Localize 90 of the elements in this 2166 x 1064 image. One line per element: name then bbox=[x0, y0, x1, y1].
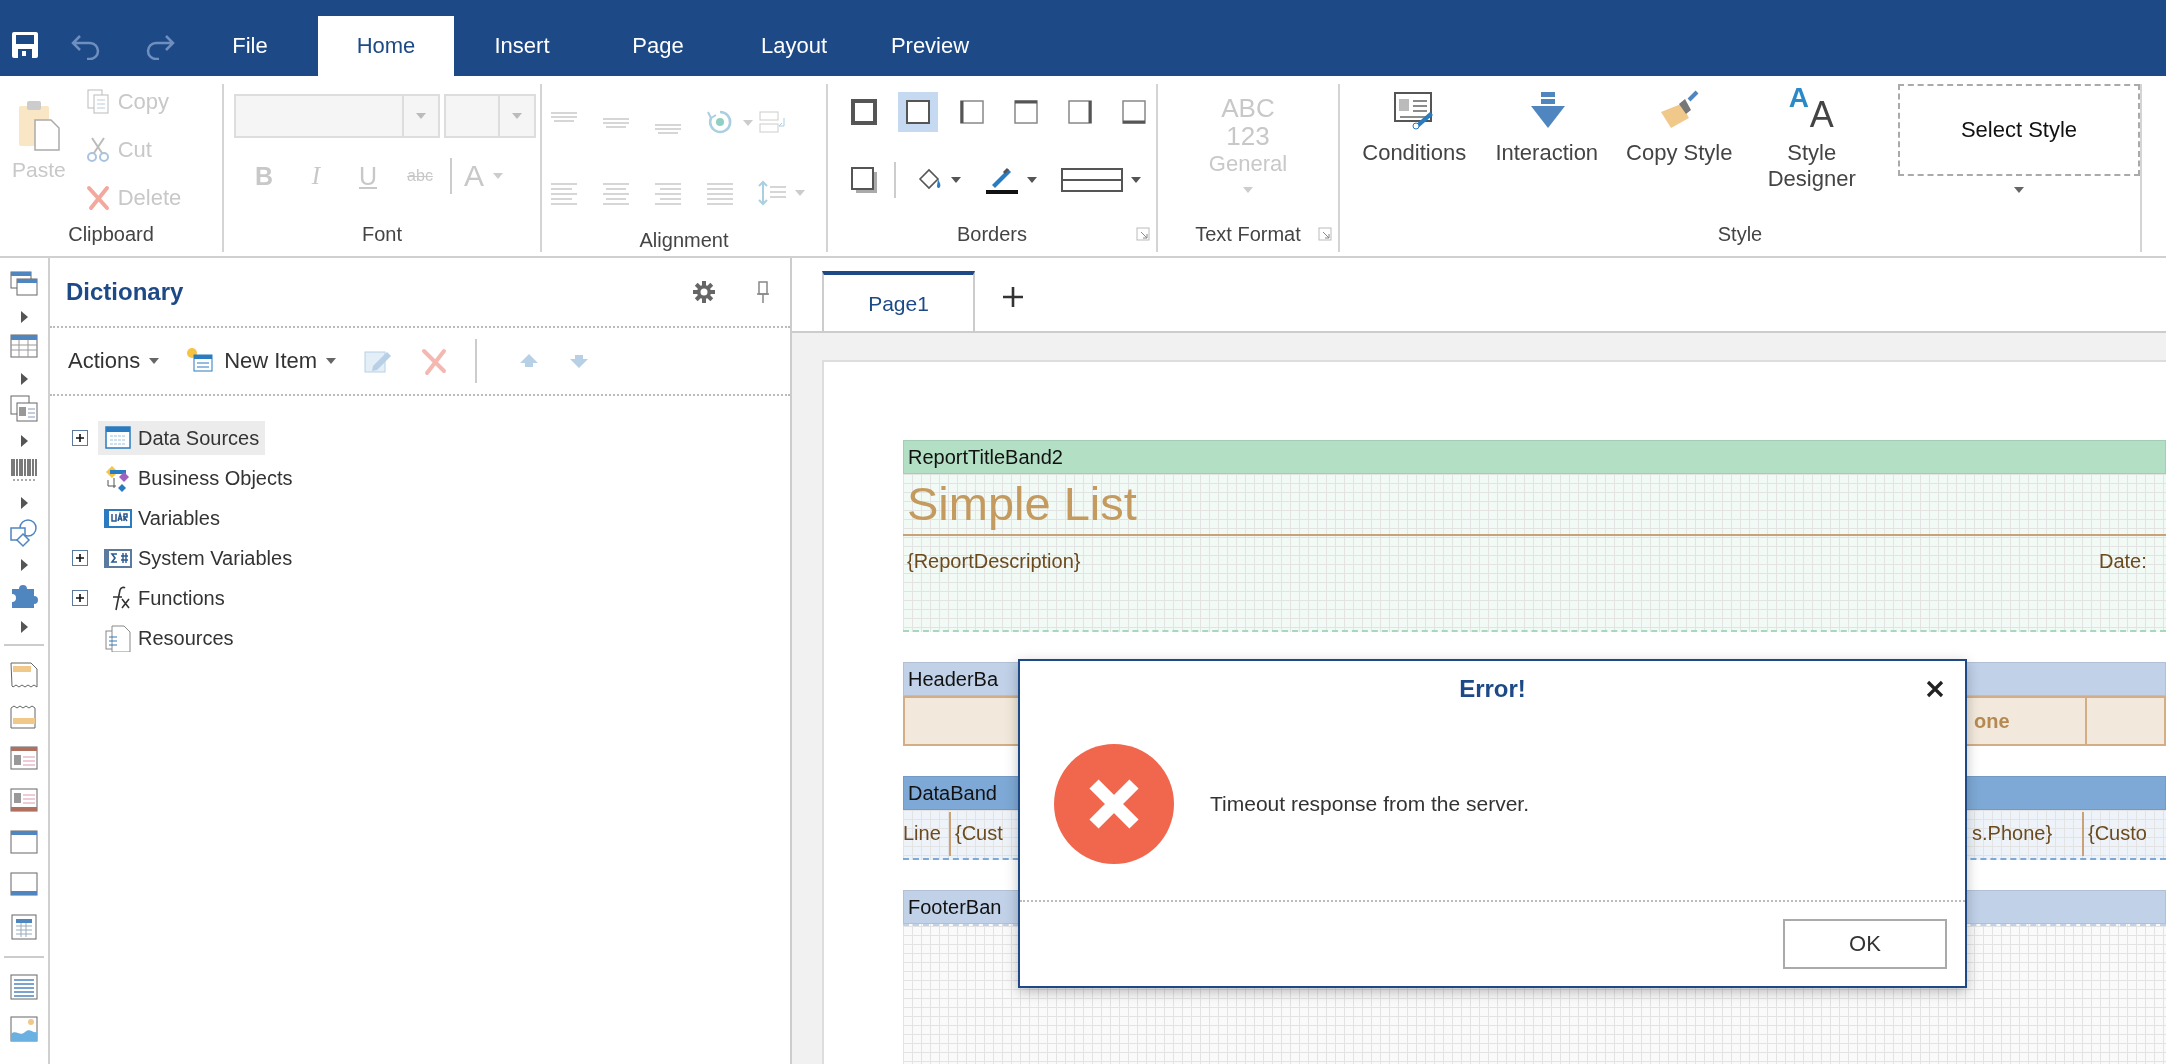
clipboard-icon bbox=[16, 98, 61, 152]
group-label: Text Format bbox=[1195, 222, 1301, 246]
field-text: Line bbox=[903, 822, 941, 845]
caret-icon[interactable] bbox=[2013, 186, 2025, 194]
page-tab[interactable]: Page1 bbox=[822, 271, 975, 331]
tree-item[interactable]: Data Sources bbox=[98, 421, 266, 455]
border-icon bbox=[849, 165, 879, 195]
caret-icon[interactable] bbox=[1130, 176, 1142, 184]
menu-tab[interactable]: File bbox=[182, 16, 318, 76]
tree-item[interactable]: Variables bbox=[98, 501, 226, 535]
border-icon bbox=[903, 97, 933, 127]
interaction-button[interactable]: Interaction bbox=[1482, 84, 1611, 216]
tree-item[interactable]: Business Objects bbox=[98, 461, 299, 495]
table-icon bbox=[104, 424, 132, 452]
expand-arrow-icon[interactable] bbox=[19, 558, 29, 572]
band-title: ReportTitleBand2 bbox=[908, 446, 1063, 468]
title-text: Simple List bbox=[907, 476, 1137, 531]
border-icon bbox=[849, 97, 879, 127]
group-label: Style bbox=[1717, 222, 1763, 246]
menu-tab[interactable]: Page bbox=[590, 16, 726, 76]
border-icon bbox=[1011, 97, 1041, 127]
new-table-icon bbox=[186, 347, 215, 375]
expand-icon[interactable] bbox=[72, 430, 88, 446]
group-label: Font bbox=[362, 222, 402, 246]
text-icon[interactable] bbox=[9, 394, 39, 424]
tree-item[interactable]: System Variables bbox=[98, 541, 299, 575]
field-text: {Custo bbox=[2088, 822, 2147, 845]
scissors-icon bbox=[85, 136, 110, 164]
image-icon[interactable] bbox=[9, 1014, 39, 1044]
launcher-icon[interactable] bbox=[1318, 227, 1332, 241]
group-label: Alignment bbox=[639, 228, 729, 252]
letter-icon: A bbox=[1788, 84, 1809, 112]
header-cell-text: one bbox=[1974, 710, 2010, 733]
conditions-button[interactable]: Conditions bbox=[1350, 84, 1479, 216]
documents-icon bbox=[104, 624, 132, 652]
new-item-menu[interactable]: New Item bbox=[186, 347, 338, 375]
menu-tab[interactable]: Home bbox=[318, 16, 454, 76]
expand-arrow-icon[interactable] bbox=[19, 434, 29, 448]
menu-tab[interactable]: Layout bbox=[726, 16, 862, 76]
tree-item[interactable]: Functions bbox=[98, 581, 231, 615]
caret-icon[interactable] bbox=[1026, 176, 1038, 184]
cross-icon bbox=[85, 184, 110, 212]
close-icon[interactable] bbox=[1925, 679, 1945, 699]
add-icon[interactable] bbox=[1001, 285, 1025, 309]
expand-arrow-icon[interactable] bbox=[19, 620, 29, 634]
pen-icon bbox=[984, 165, 1020, 195]
expand-arrow-icon[interactable] bbox=[19, 496, 29, 510]
field-text: {Cust bbox=[955, 822, 1003, 845]
shapes-icon[interactable] bbox=[9, 518, 39, 548]
caret-icon[interactable] bbox=[148, 357, 161, 365]
band-header[interactable]: ReportTitleBand2 bbox=[903, 440, 2166, 474]
lines-icon[interactable] bbox=[9, 972, 39, 1002]
objects-icon bbox=[104, 464, 132, 492]
band-title: FooterBan bbox=[908, 896, 1002, 918]
cross-table-icon[interactable] bbox=[9, 912, 39, 942]
actions-menu[interactable]: Actions bbox=[68, 348, 161, 374]
panel-title: Dictionary bbox=[66, 278, 185, 306]
expand-arrow-icon[interactable] bbox=[19, 310, 29, 324]
caret-icon[interactable] bbox=[950, 176, 962, 184]
letter-icon: A bbox=[1809, 98, 1834, 132]
line-style-icon bbox=[1060, 165, 1124, 195]
launcher-icon[interactable] bbox=[1136, 227, 1150, 241]
border-all-button[interactable] bbox=[898, 92, 938, 132]
border-icon bbox=[1119, 97, 1149, 127]
error-message: Timeout response from the server. bbox=[1210, 791, 1530, 816]
border-icon bbox=[957, 97, 987, 127]
expand-icon[interactable] bbox=[72, 550, 88, 566]
group-label: Borders bbox=[957, 222, 1027, 246]
dialog-title: Error! bbox=[1459, 675, 1526, 703]
ok-button[interactable]: OK bbox=[1783, 919, 1947, 969]
tree-item[interactable]: Resources bbox=[98, 621, 240, 655]
menu-tab[interactable]: Preview bbox=[862, 16, 998, 76]
copy-icon bbox=[85, 88, 110, 116]
band-title: DataBand bbox=[908, 782, 997, 804]
field-text: Date: bbox=[2099, 550, 2147, 573]
band-title: HeaderBa bbox=[908, 668, 999, 690]
band-icon[interactable] bbox=[9, 660, 39, 690]
expand-icon[interactable] bbox=[72, 590, 88, 606]
style-picker[interactable]: Select Style bbox=[1898, 84, 2140, 176]
save-icon[interactable] bbox=[10, 30, 40, 60]
pin-icon[interactable] bbox=[756, 281, 770, 303]
copy-style-button[interactable]: Copy Style bbox=[1615, 84, 1744, 216]
border-icon bbox=[1065, 97, 1095, 127]
field-text: s.Phone} bbox=[1972, 822, 2053, 845]
field-text: {ReportDescription} bbox=[907, 550, 1081, 573]
error-icon bbox=[1054, 743, 1174, 864]
expand-arrow-icon[interactable] bbox=[19, 372, 29, 386]
menu-tab[interactable]: Insert bbox=[454, 16, 590, 76]
caret-icon[interactable] bbox=[325, 357, 338, 365]
group-label: Clipboard bbox=[68, 222, 154, 246]
